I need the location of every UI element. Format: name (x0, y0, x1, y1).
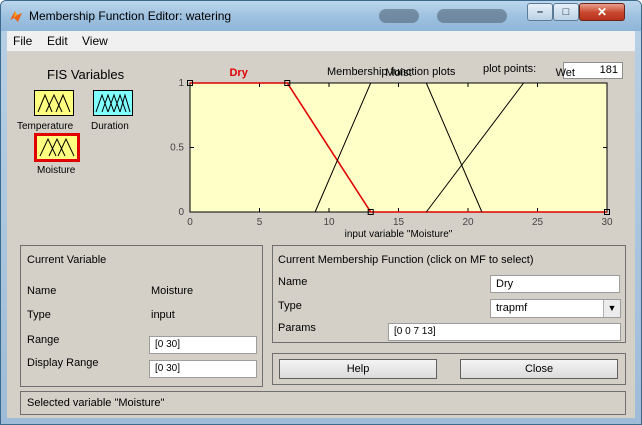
help-button[interactable]: Help (279, 359, 437, 379)
maximize-icon: □ (562, 6, 570, 18)
close-window-button[interactable]: ✕ (579, 3, 625, 21)
menu-bar: File Edit View (7, 31, 635, 52)
var-name-label: Name (27, 285, 57, 297)
var-display-range-label: Display Range (27, 357, 99, 369)
y-tick-label: 0.5 (170, 143, 184, 154)
close-icon: ✕ (596, 5, 608, 19)
var-type-value: input (151, 309, 175, 321)
x-tick-label: 25 (532, 217, 544, 228)
mf-type-select[interactable]: trapmf ▼ (490, 299, 621, 318)
menu-view[interactable]: View (82, 34, 108, 48)
dropdown-arrow-icon: ▼ (603, 300, 620, 317)
mf-name-field[interactable]: Dry (490, 275, 620, 293)
matlab-logo-icon (10, 11, 22, 22)
plot-area (189, 82, 608, 213)
y-tick-label: 1 (178, 78, 184, 89)
x-tick-label: 5 (257, 217, 263, 228)
mf-params-field[interactable]: [0 0 7 13] (388, 323, 621, 341)
mf-name-label: Name (278, 276, 308, 288)
menu-edit[interactable]: Edit (47, 34, 68, 48)
status-text: Selected variable "Moisture" (27, 397, 165, 409)
mf-editor-window: Membership Function Editor: watering – □… (0, 0, 642, 425)
current-variable-panel: Current Variable Name Moisture Type inpu… (20, 245, 263, 387)
var-range-label: Range (27, 334, 60, 346)
mf-type-label: Type (278, 300, 302, 312)
var-type-label: Type (27, 309, 51, 321)
x-tick-label: 15 (393, 217, 405, 228)
maximize-button[interactable]: □ (553, 3, 579, 21)
close-button[interactable]: Close (460, 359, 618, 379)
status-bar: Selected variable "Moisture" (20, 391, 626, 415)
x-tick-label: 20 (462, 217, 474, 228)
var-name-value: Moisture (151, 285, 194, 297)
minimize-button[interactable]: – (527, 3, 553, 21)
y-tick-label: 0 (178, 207, 184, 218)
titlebar-blur (379, 9, 419, 23)
window-title: Membership Function Editor: watering (29, 9, 232, 23)
current-variable-title: Current Variable (27, 254, 107, 266)
x-tick-label: 30 (601, 217, 613, 228)
current-mf-title: Current Membership Function (click on MF… (278, 254, 534, 266)
mf-type-value: trapmf (496, 302, 528, 314)
editor-client-area: FIS Variables Temperature Duration Moist… (7, 52, 635, 418)
x-tick-label: 0 (187, 217, 193, 228)
titlebar-blur (437, 9, 507, 23)
mf-label-wet: Wet (556, 67, 575, 79)
x-tick-label: 10 (323, 217, 335, 228)
title-bar: Membership Function Editor: watering – □… (1, 1, 641, 31)
minimize-icon: – (536, 6, 544, 18)
current-mf-panel: Current Membership Function (click on MF… (272, 245, 626, 343)
button-panel: Help Close (272, 353, 626, 385)
var-range-field[interactable]: [0 30] (149, 336, 257, 354)
membership-function-plot[interactable]: 0 5 10 15 20 25 30 0 0.5 1 input variable "Moistur… (7, 52, 635, 252)
mf-label-dry: Dry (229, 67, 248, 79)
x-axis-label: input variable "Moisture" (345, 229, 453, 240)
mf-label-moist: Moist (385, 67, 411, 79)
menu-file[interactable]: File (13, 34, 32, 48)
mf-params-label: Params (278, 322, 316, 334)
var-display-range-field[interactable]: [0 30] (149, 360, 257, 378)
